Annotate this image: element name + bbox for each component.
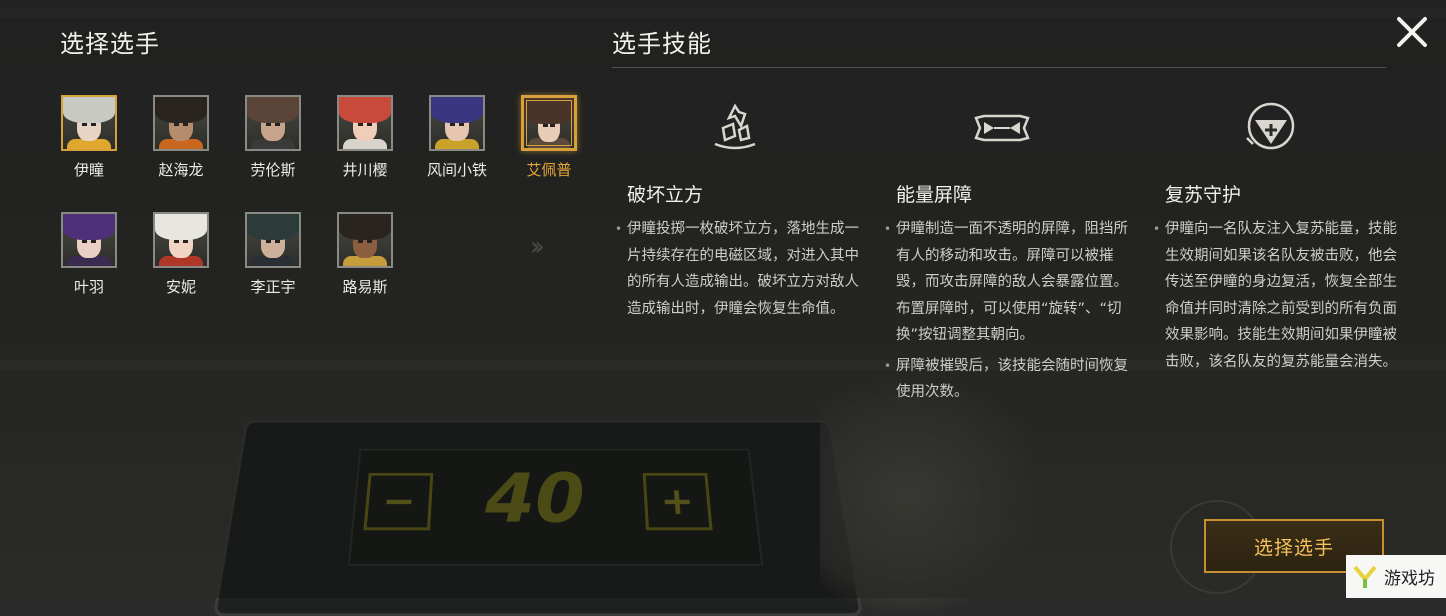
hero-name: 伊瞳 <box>73 161 104 179</box>
skill-desc-line: 伊瞳向一名队友注入复苏能量，技能生效期间如果该名队友被击败，他会传送至伊瞳的身边… <box>1153 216 1405 375</box>
skill-description: 伊瞳向一名队友注入复苏能量，技能生效期间如果该名队友被击败，他会传送至伊瞳的身边… <box>1153 216 1405 379</box>
hero-portrait <box>153 95 209 151</box>
close-button[interactable] <box>1392 12 1432 52</box>
hero-portrait <box>153 212 209 268</box>
skill-description: 伊瞳制造一面不透明的屏障，阻挡所有人的移动和攻击。屏障可以被摧毁，而攻击屏障的敌… <box>884 216 1136 410</box>
hero-name: 李正宇 <box>250 278 296 296</box>
chevron-right-icon: ›› <box>530 232 545 262</box>
hero-name: 赵海龙 <box>158 161 204 179</box>
close-icon <box>1397 17 1427 47</box>
bg-plus-sign: + <box>642 472 713 531</box>
hero-portrait <box>245 212 301 268</box>
hero-card[interactable]: 风间小铁 <box>426 95 488 180</box>
watermark-text: 游戏坊 <box>1384 569 1435 589</box>
hero-name: 安妮 <box>165 278 196 296</box>
hero-name: 艾佩普 <box>526 161 572 179</box>
hero-card[interactable]: 叶羽 <box>58 212 120 297</box>
hero-card[interactable]: 路易斯 <box>334 212 396 297</box>
shatter-cube-icon <box>705 98 765 158</box>
skill-desc-line: 屏障被摧毁后，该技能会随时间恢复使用次数。 <box>884 353 1136 406</box>
hero-name: 井川樱 <box>342 161 388 179</box>
skill-name: 复苏守护 <box>1165 184 1242 206</box>
hero-portrait <box>521 95 577 151</box>
hero-portrait <box>429 95 485 151</box>
player-skills-title: 选手技能 <box>612 30 712 58</box>
skill-name: 能量屏障 <box>896 184 973 206</box>
hero-name: 风间小铁 <box>426 161 487 179</box>
energy-barrier-icon <box>972 98 1032 158</box>
hero-card[interactable]: 李正宇 <box>242 212 304 297</box>
hero-portrait <box>61 212 117 268</box>
skill-name: 破坏立方 <box>627 184 704 206</box>
hero-card[interactable]: 安妮 <box>150 212 212 297</box>
revive-guard-icon <box>1241 98 1301 158</box>
hero-portrait <box>61 95 117 151</box>
hero-card[interactable]: 艾佩普 <box>518 95 580 180</box>
hero-portrait <box>337 95 393 151</box>
hero-card[interactable]: 井川樱 <box>334 95 396 180</box>
skill-desc-line: 伊瞳制造一面不透明的屏障，阻挡所有人的移动和攻击。屏障可以被摧毁，而攻击屏障的敌… <box>884 216 1136 349</box>
hero-portrait <box>337 212 393 268</box>
y-logo-icon <box>1353 565 1377 588</box>
hero-card[interactable]: 赵海龙 <box>150 95 212 180</box>
bg-minus-sign: − <box>363 472 434 531</box>
hero-name: 路易斯 <box>342 278 388 296</box>
hero-card[interactable]: 劳伦斯 <box>242 95 304 180</box>
bg-console-value: 40 <box>484 459 586 539</box>
hero-name: 劳伦斯 <box>250 161 296 179</box>
skill-desc-line: 伊瞳投掷一枚破坏立方，落地生成一片持续存在的电磁区域，对进入其中的所有人造成输出… <box>615 216 867 322</box>
bg-console-screen: − 40 + <box>347 448 764 566</box>
select-player-title: 选择选手 <box>60 30 160 58</box>
watermark-logo: 游戏坊 <box>1346 555 1446 598</box>
bg-console: − 40 + <box>212 419 864 616</box>
hero-name: 叶羽 <box>73 278 104 296</box>
bg-rail <box>0 8 1446 18</box>
hero-card[interactable]: 伊瞳 <box>58 95 120 180</box>
skill-description: 伊瞳投掷一枚破坏立方，落地生成一片持续存在的电磁区域，对进入其中的所有人造成输出… <box>615 216 867 326</box>
hero-portrait <box>245 95 301 151</box>
title-divider <box>612 67 1386 68</box>
bg-player-hand <box>820 380 1040 610</box>
